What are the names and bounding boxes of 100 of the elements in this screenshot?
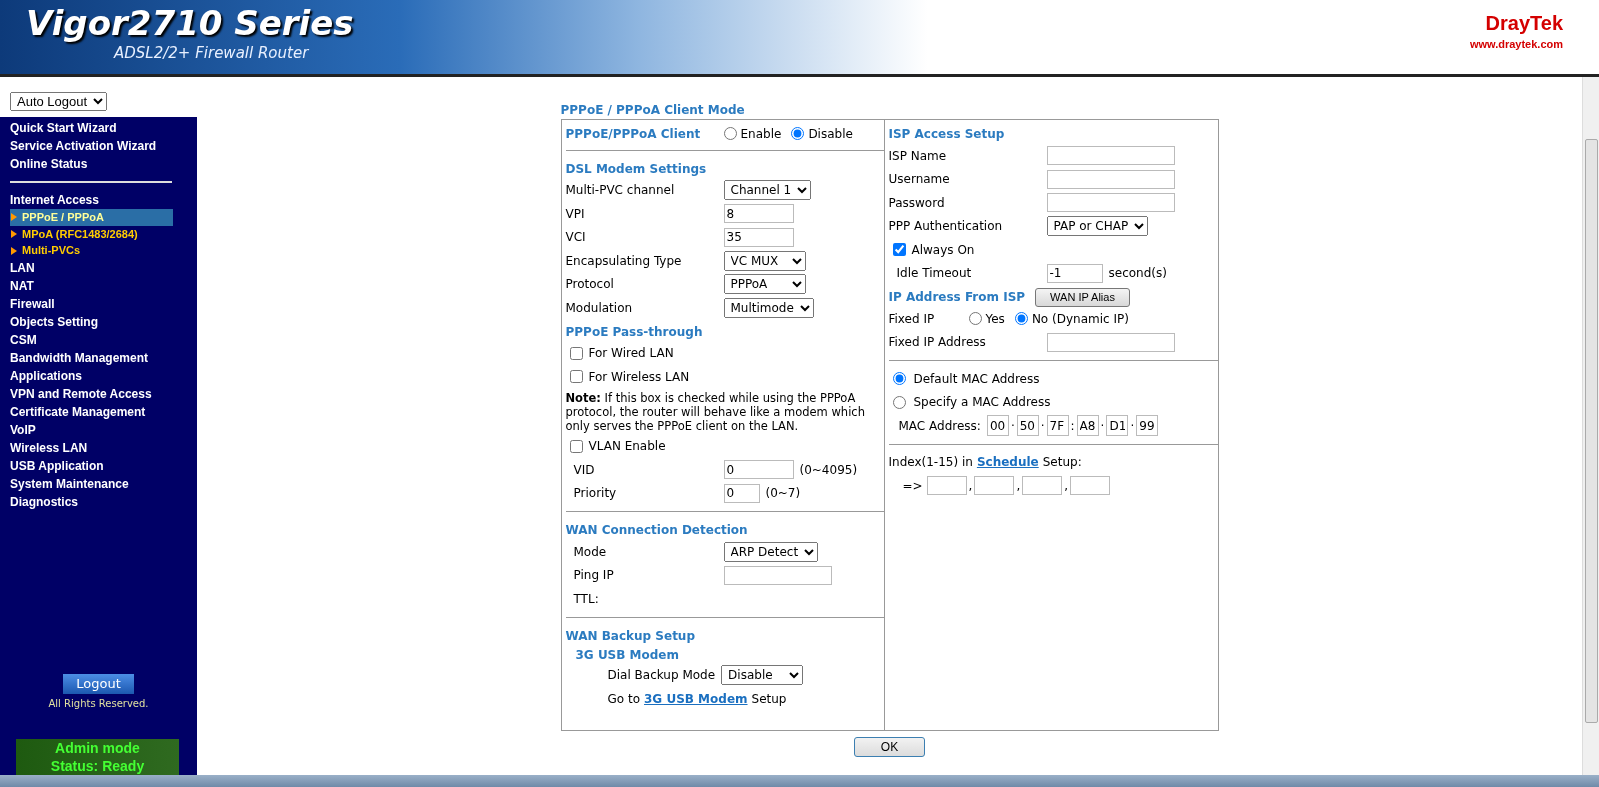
radio-button[interactable] <box>791 127 805 141</box>
menu-item[interactable]: Diagnostics <box>10 494 78 511</box>
field-label: Encapsulating Type <box>565 252 683 270</box>
separator-text: · <box>1130 417 1135 435</box>
menu-item[interactable]: Quick Start Wizard <box>10 120 117 137</box>
checkbox[interactable] <box>569 370 583 384</box>
radio-button[interactable] <box>1014 312 1028 326</box>
dropdown[interactable]: Multimode <box>723 297 814 318</box>
menu-item[interactable]: Certificate Management <box>10 404 146 421</box>
submenu-item[interactable]: Multi-PVCs <box>10 242 173 260</box>
dropdown[interactable]: PAP or CHAP <box>1046 216 1148 237</box>
field-label: Fixed IP <box>888 310 936 328</box>
dropdown[interactable]: VC MUX <box>723 250 806 271</box>
link-suffix: Setup <box>751 690 787 708</box>
note-text: Note: If this box is checked while using the PPPoA protocol, the router will behave like a modem which only serves the PPPoE client on the LAN. <box>565 390 866 433</box>
input-field[interactable] <box>1046 146 1175 166</box>
input-field[interactable] <box>723 565 832 585</box>
separator-text: · <box>1100 417 1105 435</box>
field-label: Mode <box>573 543 608 561</box>
input-field[interactable]: 35 <box>723 227 794 247</box>
menu-item[interactable]: Objects Setting <box>10 314 98 331</box>
unit-label: (0~7) <box>765 485 801 503</box>
menu-item[interactable]: Firewall <box>10 296 55 313</box>
separator-text: , <box>968 477 973 495</box>
input-field[interactable] <box>1046 169 1175 189</box>
setup-link[interactable]: 3G USB Modem <box>644 689 748 708</box>
input-field[interactable]: A8 <box>1076 415 1099 437</box>
menu-item[interactable]: Service Activation Wizard <box>10 138 157 155</box>
field-label: PPP Authentication <box>888 218 1004 236</box>
dropdown[interactable]: Channel 1 <box>723 180 811 201</box>
menu-item[interactable]: VoIP <box>10 422 36 439</box>
wan-ip-alias-button[interactable]: WAN IP Alias <box>1035 287 1130 307</box>
option-label: Enable <box>740 125 782 143</box>
link-prefix: Go to <box>607 690 640 708</box>
product-title: Vigor2710 Series <box>26 4 354 42</box>
option-label: Specify a MAC Address <box>913 394 1051 412</box>
section-heading: DSL Modem Settings <box>565 160 707 178</box>
input-field[interactable] <box>1046 332 1175 352</box>
input-field[interactable] <box>1046 193 1175 213</box>
link-prefix: Index(1-15) in <box>888 454 973 472</box>
menu-item[interactable]: CSM <box>10 332 37 349</box>
unit-label: (0~4095) <box>799 461 858 479</box>
menu-item[interactable]: Wireless LAN <box>10 440 88 457</box>
status-text: Status: Ready <box>49 757 146 775</box>
radio-button[interactable] <box>892 395 906 409</box>
field-label: Dial Backup Mode <box>607 667 716 685</box>
option-label: No (Dynamic IP) <box>1031 310 1129 328</box>
field-label: VID <box>573 461 596 479</box>
schedule-link[interactable]: Schedule <box>976 453 1039 472</box>
input-field[interactable]: 0 <box>723 460 794 480</box>
field-label: ISP Name <box>888 147 948 165</box>
menu-item[interactable]: Bandwidth Management <box>10 350 148 367</box>
input-field[interactable] <box>974 476 1015 496</box>
dropdown[interactable]: ARP Detect <box>723 541 818 562</box>
separator-text: · <box>1010 417 1015 435</box>
checkbox[interactable] <box>569 439 583 453</box>
menu-item[interactable]: VPN and Remote Access <box>10 386 152 403</box>
menu-item[interactable]: LAN <box>10 260 35 277</box>
input-field[interactable]: 8 <box>723 204 794 224</box>
input-field[interactable] <box>1022 476 1063 496</box>
input-field[interactable]: 50 <box>1016 415 1039 437</box>
section-heading: ISP Access Setup <box>888 126 1005 143</box>
checkbox[interactable] <box>892 243 906 257</box>
product-subtitle: ADSL2/2+ Firewall Router <box>114 43 309 64</box>
separator-text: · <box>1040 417 1045 435</box>
menu-item[interactable]: USB Application <box>10 458 104 475</box>
radio-button[interactable] <box>968 312 982 326</box>
input-field[interactable]: 0 <box>723 483 760 503</box>
submenu-item[interactable]: MPoA (RFC1483/2684) <box>10 225 173 243</box>
input-field[interactable]: -1 <box>1046 263 1103 283</box>
scrollbar[interactable] <box>1582 77 1599 775</box>
field-label: Password <box>888 194 946 212</box>
submenu-item[interactable]: PPPoE / PPPoA <box>10 209 173 226</box>
radio-button[interactable] <box>723 127 737 141</box>
input-field[interactable] <box>1070 476 1111 496</box>
dropdown[interactable]: PPPoA <box>723 274 806 295</box>
option-label: Disable <box>808 125 853 143</box>
subsection-heading: 3G USB Modem <box>575 646 679 664</box>
logout-button[interactable]: Logout <box>63 674 134 694</box>
menu-item[interactable]: NAT <box>10 278 34 295</box>
input-field[interactable]: 99 <box>1136 415 1159 437</box>
checkbox[interactable] <box>569 346 583 360</box>
field-label: Priority <box>573 485 618 503</box>
ok-button[interactable]: OK <box>853 737 926 757</box>
input-field[interactable] <box>926 476 967 496</box>
auto-logout-dropdown[interactable]: Auto Logout <box>10 92 107 111</box>
page-title: PPPoE / PPPoA Client Mode <box>560 102 745 119</box>
menu-item[interactable]: Internet Access <box>10 192 99 209</box>
menu-item[interactable]: Applications <box>10 368 82 385</box>
input-field[interactable]: 7F <box>1046 415 1069 437</box>
dropdown[interactable]: Disable <box>721 665 804 686</box>
arrow-text: => <box>902 477 923 495</box>
input-field[interactable]: D1 <box>1106 415 1129 437</box>
menu-item[interactable]: System Maintenance <box>10 476 129 493</box>
menu-item[interactable]: Online Status <box>10 156 88 173</box>
radio-button[interactable] <box>892 372 906 386</box>
checkbox-label: VLAN Enable <box>588 438 666 456</box>
field-label: Ping IP <box>573 567 615 585</box>
input-field[interactable]: 00 <box>986 415 1009 437</box>
scrollbar-thumb[interactable] <box>1584 139 1598 723</box>
